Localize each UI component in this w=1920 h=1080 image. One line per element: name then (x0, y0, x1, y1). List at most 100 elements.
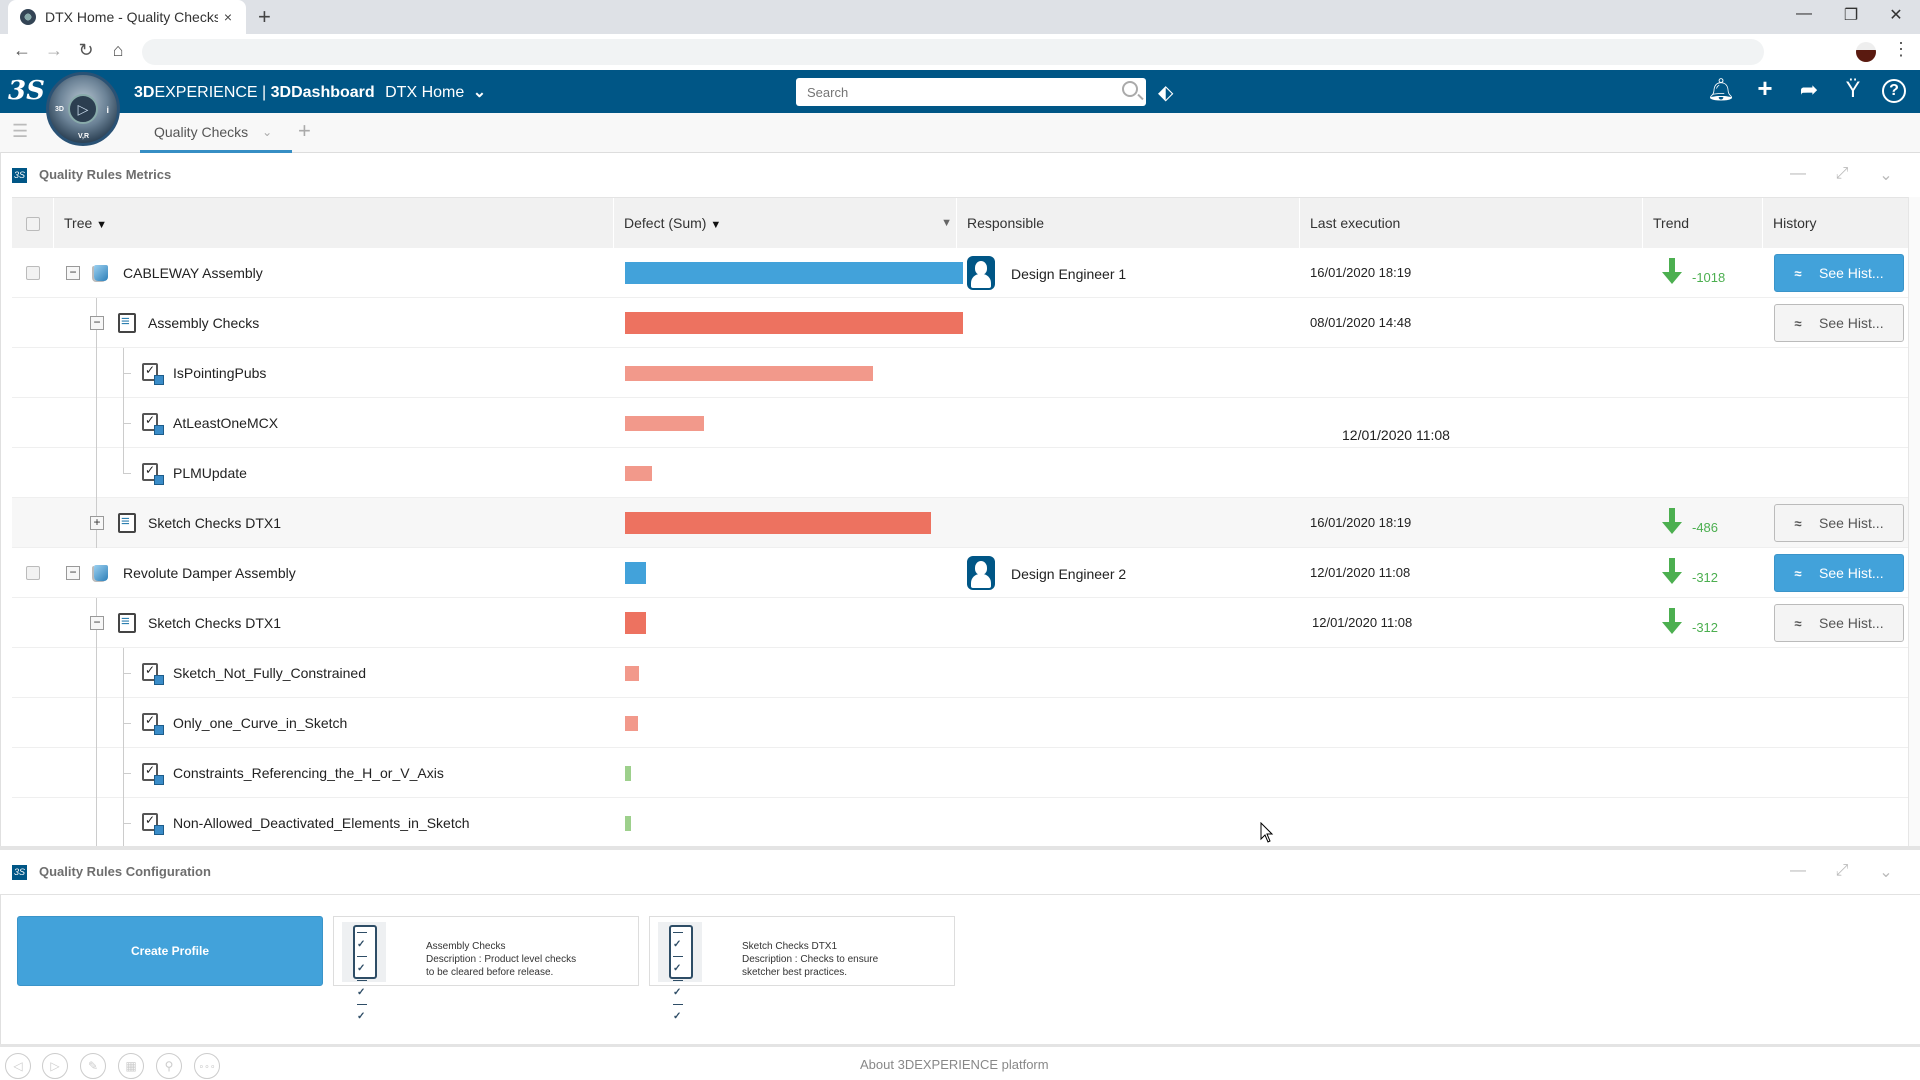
collapse-node-button[interactable]: − (66, 266, 80, 280)
defect-bar[interactable] (625, 715, 638, 731)
table-row[interactable]: − Revolute Damper Assembly Design Engineer… (12, 548, 1908, 598)
dashboard-name[interactable]: DTX Home (385, 84, 464, 101)
sort-descending-icon[interactable]: ▼ (941, 198, 952, 249)
search-input[interactable] (796, 78, 1096, 106)
node-label[interactable]: Sketch Checks DTX1 (148, 615, 281, 631)
node-label[interactable]: Only_one_Curve_in_Sketch (173, 715, 347, 731)
back-icon[interactable]: ← (10, 40, 34, 61)
defect-bar[interactable] (625, 765, 631, 781)
filter-icon[interactable]: ▼ (710, 219, 721, 231)
table-row[interactable]: Only_one_Curve_in_Sketch (12, 698, 1908, 748)
see-history-button[interactable]: ≈ See Hist... (1774, 254, 1904, 292)
responsible-name[interactable]: Design Engineer 2 (1011, 566, 1126, 582)
column-header-responsible[interactable]: Responsible (956, 198, 1299, 249)
more-icon[interactable]: ∘∘∘ (194, 1053, 220, 1079)
defect-bar[interactable] (625, 665, 639, 681)
column-header-tree[interactable]: Tree ▼ (53, 198, 613, 249)
forward-icon[interactable]: → (42, 40, 66, 61)
create-profile-button[interactable]: Create Profile (17, 916, 323, 986)
column-header-history[interactable]: History (1762, 198, 1908, 249)
table-row[interactable]: AtLeastOneMCX 12/01/2020 11:08 (12, 398, 1908, 448)
defect-bar[interactable] (625, 312, 963, 334)
minimize-window-button[interactable]: — (1784, 5, 1824, 23)
node-label[interactable]: Revolute Damper Assembly (123, 565, 296, 581)
table-row[interactable]: Constraints_Referencing_the_H_or_V_Axis (12, 748, 1908, 798)
reload-icon[interactable]: ↻ (74, 40, 98, 61)
collapse-panel-icon[interactable]: ⌄ (1874, 165, 1898, 185)
table-row[interactable]: PLMUpdate (12, 448, 1908, 498)
defect-bar[interactable] (625, 815, 631, 831)
defect-bar[interactable] (625, 465, 652, 481)
table-row[interactable]: Non-Allowed_Deactivated_Elements_in_Sket… (12, 798, 1908, 848)
browser-tab[interactable]: DTX Home - Quality Checks × (8, 0, 246, 34)
see-history-button[interactable]: ≈ See Hist... (1774, 504, 1904, 542)
new-tab-button[interactable]: + (258, 4, 271, 30)
see-history-button[interactable]: ≈ See Hist... (1774, 304, 1904, 342)
table-row[interactable]: − Sketch Checks DTX1 12/01/2020 11:08 -312 ≈… (12, 598, 1908, 648)
search-box[interactable] (796, 78, 1146, 106)
expand-node-button[interactable]: + (90, 516, 104, 530)
compass-widget[interactable]: 3D i V,R ▷ (46, 72, 120, 146)
defect-bar[interactable] (625, 262, 963, 284)
tag-icon[interactable]: ⬖ (1158, 80, 1173, 105)
add-tab-button[interactable]: + (298, 118, 311, 144)
responsible-name[interactable]: Design Engineer 1 (1011, 266, 1126, 282)
table-row[interactable]: + Sketch Checks DTX1 16/01/2020 18:19 -486 ≈… (12, 498, 1908, 548)
sidebar-toggle-icon[interactable]: ☰ (12, 121, 28, 142)
node-label[interactable]: Sketch_Not_Fully_Constrained (173, 665, 366, 681)
defect-bar[interactable] (625, 365, 873, 381)
defect-bar[interactable] (625, 415, 704, 431)
tab-quality-checks[interactable]: Quality Checks ⌄ (140, 113, 292, 153)
table-row[interactable]: IsPointingPubs (12, 348, 1908, 398)
select-all-checkbox[interactable] (26, 217, 40, 231)
column-header-trend[interactable]: Trend (1642, 198, 1762, 249)
tab-chevron-icon[interactable]: ⌄ (262, 125, 272, 139)
about-platform-link[interactable]: About 3DEXPERIENCE platform (860, 1057, 1049, 1072)
zoom-icon[interactable]: ⚲ (156, 1053, 182, 1079)
profile-card-sketch-checks[interactable]: —✓ —✓ —✓ —✓ Sketch Checks DTX1 Description … (649, 916, 955, 1022)
add-icon[interactable]: + (1750, 73, 1780, 104)
notifications-icon[interactable]: 🔔︎ (1706, 77, 1736, 103)
maximize-panel-icon[interactable]: ⤢ (1830, 165, 1854, 183)
minimize-panel-icon[interactable]: — (1786, 862, 1810, 880)
node-label[interactable]: AtLeastOneMCX (173, 415, 278, 431)
node-label[interactable]: Sketch Checks DTX1 (148, 515, 281, 531)
see-history-button[interactable]: ≈ See Hist... (1774, 604, 1904, 642)
defect-bar[interactable] (625, 612, 646, 634)
close-window-button[interactable]: ✕ (1876, 5, 1916, 25)
compass-play-icon[interactable]: ▷ (68, 94, 98, 124)
node-label[interactable]: IsPointingPubs (173, 365, 266, 381)
dashboard-chevron-icon[interactable]: ⌄ (473, 84, 486, 101)
previous-icon[interactable]: ◁ (5, 1053, 31, 1079)
table-row[interactable]: − CABLEWAY Assembly Design Engineer 1 16/01… (12, 248, 1908, 298)
minimize-panel-icon[interactable]: — (1786, 165, 1810, 183)
node-label[interactable]: Non-Allowed_Deactivated_Elements_in_Sket… (173, 815, 470, 831)
row-checkbox[interactable] (26, 266, 40, 280)
collapse-panel-icon[interactable]: ⌄ (1874, 862, 1898, 882)
column-header-last-execution[interactable]: Last execution (1299, 198, 1642, 249)
collapse-node-button[interactable]: − (66, 566, 80, 580)
help-icon[interactable]: ? (1882, 79, 1906, 103)
profile-avatar[interactable] (1856, 42, 1876, 62)
collapse-node-button[interactable]: − (90, 616, 104, 630)
search-icon[interactable] (1122, 81, 1138, 97)
table-row[interactable]: Sketch_Not_Fully_Constrained (12, 648, 1908, 698)
row-checkbox[interactable] (26, 566, 40, 580)
column-header-defect[interactable]: Defect (Sum) ▼ ▼ (613, 198, 956, 249)
browser-menu-icon[interactable]: ⋮ (1892, 39, 1910, 60)
community-icon[interactable]: Ÿ (1838, 77, 1868, 103)
next-icon[interactable]: ▷ (42, 1053, 68, 1079)
table-row[interactable]: − Assembly Checks 08/01/2020 14:48 ≈ See His… (12, 298, 1908, 348)
layout-icon[interactable]: ▦ (118, 1053, 144, 1079)
defect-bar[interactable] (625, 562, 646, 584)
share-icon[interactable]: ➦ (1794, 77, 1824, 103)
address-bar[interactable] (142, 39, 1764, 65)
collapse-node-button[interactable]: − (90, 316, 104, 330)
node-label[interactable]: PLMUpdate (173, 465, 247, 481)
close-tab-icon[interactable]: × (218, 9, 238, 25)
edit-icon[interactable]: ✎ (80, 1053, 106, 1079)
see-history-button[interactable]: ≈ See Hist... (1774, 554, 1904, 592)
profile-card-assembly-checks[interactable]: —✓ —✓ —✓ —✓ Assembly Checks Description : P… (333, 916, 639, 1022)
table-scrollbar[interactable] (1908, 197, 1920, 848)
maximize-panel-icon[interactable]: ⤢ (1830, 862, 1854, 880)
